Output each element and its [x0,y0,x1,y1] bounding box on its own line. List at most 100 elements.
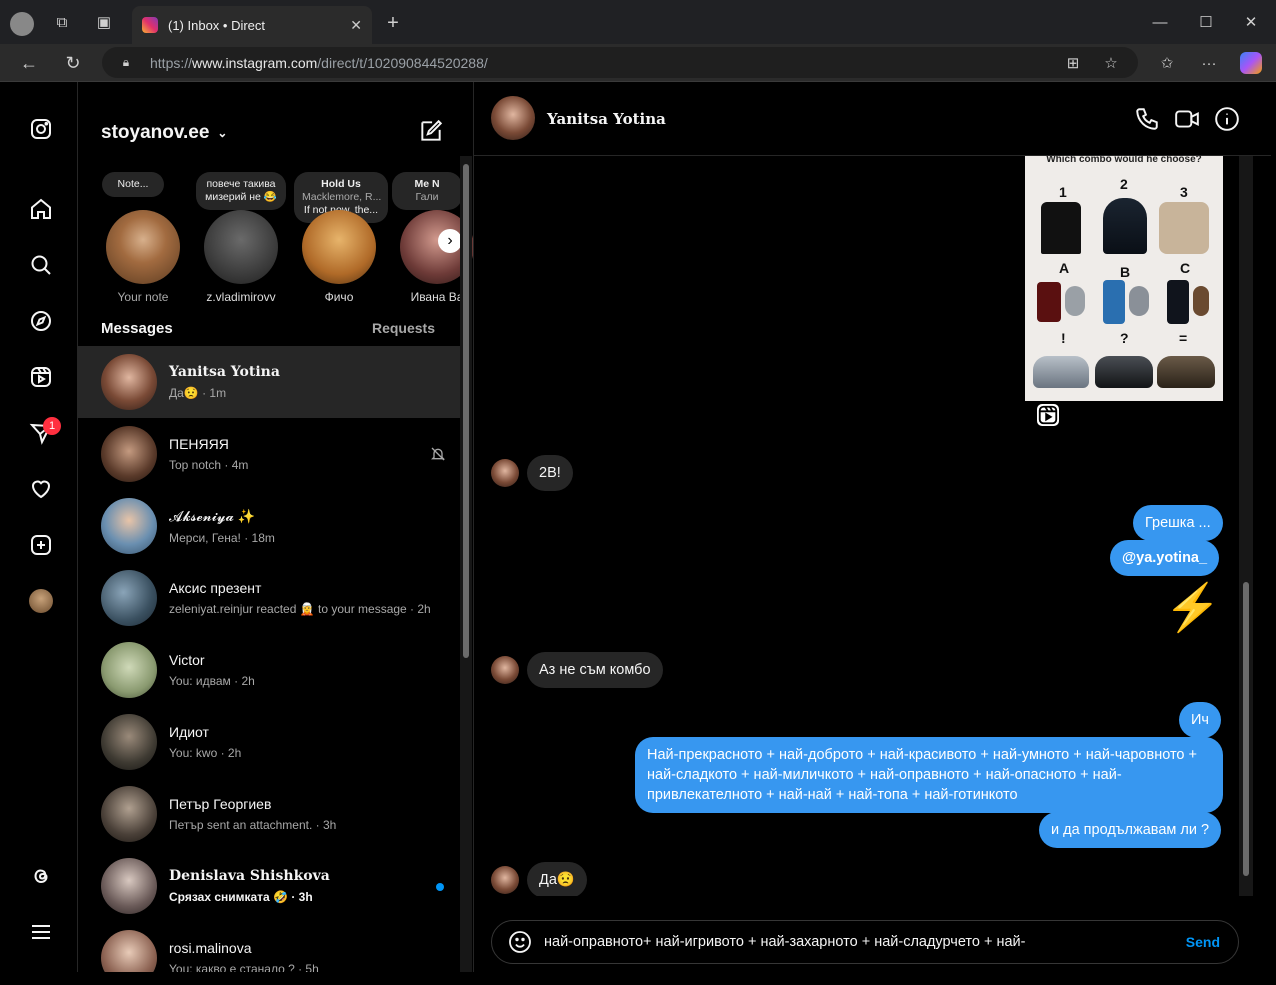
note-name: Your note [117,290,169,304]
image-label: ? [1120,330,1129,346]
nav-rail: 1 [5,82,78,972]
message-composer[interactable]: най-оправното+ най-игривото + най-захарн… [491,920,1239,964]
conversation-item[interactable]: Yanitsa Yotina Да😟 · 1m [78,346,460,418]
conversation-list: Yanitsa Yotina Да😟 · 1m ПЕНЯЯЯ Top notch ·… [78,346,460,972]
search-icon[interactable] [27,251,55,279]
group-avatar [101,570,157,626]
message-thread: Which combo would he choose? 1 2 3 A B C… [474,156,1239,896]
minimize-icon[interactable]: — [1150,12,1170,32]
threads-icon[interactable] [27,862,55,890]
emoji-icon[interactable] [508,930,532,954]
favorite-star-icon[interactable]: ☆ [1102,54,1120,72]
back-icon[interactable]: ← [18,52,40,74]
lightning-emoji[interactable]: ⚡ [1164,580,1221,635]
image-label: B [1120,264,1131,280]
url-prefix: https:// [150,54,193,71]
app-install-icon[interactable]: ⊞ [1064,54,1082,72]
close-tab-icon[interactable]: ✕ [350,17,362,34]
conversation-item[interactable]: Аксис презент zeleniyat.reinjur reacted 🧝… [78,562,460,634]
image-label: A [1059,260,1070,276]
messages-tab[interactable]: Messages [101,320,173,337]
reel-icon[interactable] [1037,404,1059,426]
heart-icon[interactable] [27,475,55,503]
url-field[interactable]: 🔒︎ https://www.instagram.com/direct/t/10… [102,47,1138,78]
home-icon[interactable] [27,195,55,223]
browser-address-bar: ← ↻ 🔒︎ https://www.instagram.com/direct/… [0,44,1276,82]
phone-icon[interactable] [1134,106,1160,132]
browser-tab[interactable]: (1) Inbox • Direct ✕ [132,6,372,44]
maximize-icon[interactable]: ☐ [1196,12,1216,32]
workspaces-icon[interactable]: ⧉ [52,12,72,32]
reels-icon[interactable] [27,363,55,391]
image-caption: Which combo would he choose? [1046,156,1202,165]
send-button[interactable]: Send [1186,934,1220,950]
chat-scrollbar[interactable] [1239,156,1253,896]
conversation-name: 𝓐𝓴𝓼𝓮𝓷𝓲𝔂𝓪 ✨ [169,507,256,524]
note-music-bubble: Me N Гали [392,172,462,210]
info-icon[interactable] [1214,106,1240,132]
conversation-item[interactable]: rosi.malinova You: какво е станало ? · 5h [78,922,460,972]
refresh-icon[interactable]: ↻ [62,52,84,74]
conversation-item[interactable]: ПЕНЯЯЯ Top notch · 4m [78,418,460,490]
avatar [101,426,157,482]
profile-icon[interactable] [10,12,34,36]
create-icon[interactable] [27,531,55,559]
explore-icon[interactable] [27,307,55,335]
sweater-image [1159,202,1209,254]
inbox-scrollbar[interactable] [460,156,472,972]
sender-avatar[interactable] [491,866,519,894]
url-host: www.instagram.com [192,54,318,71]
account-switcher[interactable]: stoyanov.ee ⌄ [101,122,227,144]
close-window-icon[interactable]: ✕ [1241,12,1261,32]
note-artist: Macklemore, R... [302,191,382,203]
copilot-icon[interactable] [1240,52,1262,74]
new-message-icon[interactable] [418,118,444,144]
message-bubble-outgoing[interactable]: и да продължавам ли ? [1039,812,1222,848]
tab-title: (1) Inbox • Direct [168,17,266,33]
more-menu-icon[interactable] [27,918,55,946]
contact-avatar[interactable] [491,96,535,140]
conversation-item[interactable]: Denislava Shishkova Срязах снимката 🤣 · 3… [78,850,460,922]
avatar [302,210,376,284]
scrollbar-thumb[interactable] [1243,582,1249,876]
instagram-app: 1 stoyanov.ee ⌄ Note... Your note повече… [5,82,1271,972]
avatar [101,714,157,770]
car-image [1157,356,1215,388]
requests-tab[interactable]: Requests [372,320,435,337]
conversation-item[interactable]: 𝓐𝓴𝓼𝓮𝓷𝓲𝔂𝓪 ✨ Мерси, Гена! · 18m [78,490,460,562]
more-menu-icon[interactable]: ··· [1198,52,1220,74]
instagram-favicon-icon [142,17,158,33]
contact-name[interactable]: Yanitsa Yotina [547,110,666,128]
conversation-name: Идиот [169,724,209,740]
message-bubble-incoming[interactable]: 2B! [527,455,573,491]
profile-avatar[interactable] [27,587,55,615]
watch-image [1193,286,1209,316]
scrollbar-thumb[interactable] [463,164,469,658]
video-call-icon[interactable] [1174,106,1200,132]
message-bubble-outgoing[interactable]: Грешка ... [1133,505,1223,541]
car-image [1033,356,1089,388]
message-bubble-outgoing[interactable]: Ич [1179,702,1221,738]
shared-reel-image[interactable]: Which combo would he choose? 1 2 3 A B C… [1025,156,1223,401]
new-tab-icon[interactable]: + [382,12,404,34]
tab-actions-icon[interactable]: ▣ [94,12,114,32]
message-bubble-incoming[interactable]: Аз не съм комбо [527,652,663,688]
conversation-preview: Top notch · 4m [169,458,249,472]
favorites-icon[interactable]: ✩ [1156,52,1178,74]
conversation-item[interactable]: Петър Георгиев Петър sent an attachment. … [78,778,460,850]
message-bubble-incoming[interactable]: Да😟 [527,862,587,896]
sender-avatar[interactable] [491,459,519,487]
conversation-item[interactable]: Victor You: идвам · 2h [78,634,460,706]
conversation-item[interactable]: Идиот You: kwo · 2h [78,706,460,778]
instagram-logo-icon[interactable] [27,115,55,143]
messages-header: Messages Requests [101,320,435,337]
mention-bubble[interactable]: @ya.yotina_ [1110,540,1220,576]
sender-avatar[interactable] [491,656,519,684]
perfume-image [1037,282,1061,322]
message-input[interactable]: най-оправното+ най-игривото + най-захарн… [544,934,1025,950]
message-bubble-outgoing[interactable]: Най-прекрасното + най-доброто + най-крас… [635,737,1223,813]
conversation-preview: You: идвам · 2h [169,674,255,688]
chevron-right-icon[interactable]: › [438,229,462,253]
avatar [101,786,157,842]
note-bubble: повече такива мизерий не 😂 [196,172,286,210]
